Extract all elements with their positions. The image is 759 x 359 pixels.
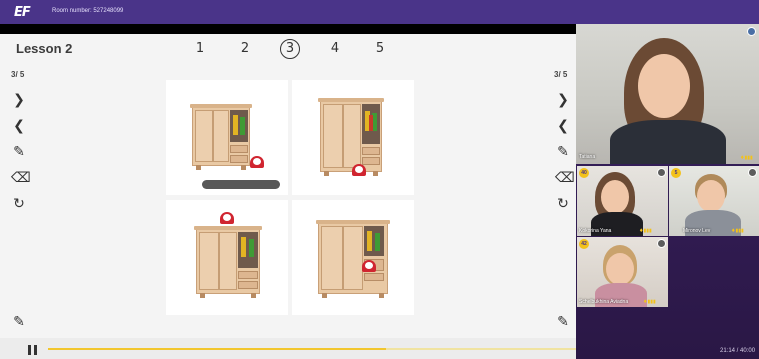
pause-icon[interactable] bbox=[28, 345, 38, 355]
participant-name: Schelbukhina Aviadna bbox=[579, 299, 629, 305]
wardrobe-image bbox=[318, 98, 384, 176]
playback-bar bbox=[0, 338, 576, 359]
teacher-face bbox=[638, 54, 690, 118]
next-arrow-icon-right[interactable]: ❯ bbox=[555, 92, 571, 108]
video-panel: Tatiana ♦▮▮▮ 40 Kokorina Yana ♦▮▮▮ 5 Mir… bbox=[576, 24, 759, 359]
page-2-button[interactable]: 2 bbox=[235, 39, 255, 59]
reset-icon[interactable]: ↻ bbox=[11, 196, 27, 212]
lesson-area: Lesson 2 1 2 3 4 5 3/ 5 3/ 5 ❯ ❮ ✎ ⌫ ↻ ✎… bbox=[0, 34, 576, 359]
edit-icon[interactable] bbox=[657, 239, 666, 248]
wardrobe-image bbox=[316, 220, 390, 298]
pen-icon-right[interactable]: ✎ bbox=[555, 144, 571, 160]
page-4-button[interactable]: 4 bbox=[325, 39, 345, 59]
top-bar: EF Room number: 527248099 bbox=[0, 0, 759, 24]
star-badge: 5 bbox=[671, 168, 681, 178]
participant-name: Kokorina Yana bbox=[579, 228, 612, 234]
signal-icon: ♦▮▮▮ bbox=[731, 228, 744, 234]
clock-image bbox=[362, 260, 376, 272]
participant-name: Mironov Lev bbox=[683, 228, 711, 234]
lesson-timer: 21:14 / 40:00 bbox=[720, 348, 756, 354]
edit-icon[interactable] bbox=[657, 168, 666, 177]
answer-card-2[interactable] bbox=[292, 80, 414, 195]
edit-icon[interactable] bbox=[748, 168, 757, 177]
room-number: Room number: 527248099 bbox=[52, 8, 124, 14]
pen-icon[interactable]: ✎ bbox=[11, 144, 27, 160]
participant-name: Tatiana bbox=[579, 154, 596, 160]
clock-image bbox=[250, 156, 264, 168]
pencil-icon[interactable]: ✎ bbox=[11, 314, 27, 330]
wardrobe-image bbox=[190, 104, 252, 170]
teacher-video[interactable]: Tatiana ♦▮▮▮ bbox=[576, 24, 759, 164]
student-video-1[interactable]: 40 Kokorina Yana ♦▮▮▮ bbox=[577, 166, 668, 236]
page-5-button[interactable]: 5 bbox=[370, 39, 390, 59]
clock-image bbox=[352, 164, 366, 176]
clock-image bbox=[220, 212, 234, 224]
signal-icon: ♦▮▮▮ bbox=[740, 155, 753, 161]
student-video-2[interactable]: 5 Mironov Lev ♦▮▮▮ bbox=[669, 166, 759, 236]
next-arrow-icon[interactable]: ❯ bbox=[11, 92, 27, 108]
eraser-icon[interactable]: ⌫ bbox=[11, 170, 31, 186]
student-video-3[interactable]: 42 Schelbukhina Aviadna ♦▮▮▮ bbox=[577, 237, 668, 307]
prev-arrow-icon-right[interactable]: ❮ bbox=[555, 118, 571, 134]
lesson-title: Lesson 2 bbox=[16, 41, 73, 56]
reset-icon-right[interactable]: ↻ bbox=[555, 196, 571, 212]
signal-icon: ♦▮▮▮ bbox=[643, 299, 656, 305]
progress-track[interactable] bbox=[48, 348, 576, 350]
slide-counter-right: 3/ 5 bbox=[554, 70, 568, 79]
page-1-button[interactable]: 1 bbox=[190, 39, 210, 59]
answer-card-3[interactable] bbox=[166, 200, 288, 315]
progress-fill bbox=[48, 348, 386, 350]
answer-card-1[interactable] bbox=[166, 80, 288, 195]
wardrobe-image bbox=[194, 226, 262, 298]
pencil-icon-right[interactable]: ✎ bbox=[555, 314, 571, 330]
settings-icon[interactable] bbox=[747, 27, 756, 36]
slide-top-border bbox=[0, 24, 576, 34]
page-3-button[interactable]: 3 bbox=[280, 39, 300, 59]
pen-scribble bbox=[202, 180, 280, 189]
signal-icon: ♦▮▮▮ bbox=[639, 228, 652, 234]
slide-counter-left: 3/ 5 bbox=[11, 70, 25, 79]
star-badge: 42 bbox=[579, 239, 589, 249]
prev-arrow-icon[interactable]: ❮ bbox=[11, 118, 27, 134]
eraser-icon-right[interactable]: ⌫ bbox=[555, 170, 575, 186]
star-badge: 40 bbox=[579, 168, 589, 178]
ef-logo: EF bbox=[14, 5, 31, 20]
answer-card-4[interactable] bbox=[292, 200, 414, 315]
